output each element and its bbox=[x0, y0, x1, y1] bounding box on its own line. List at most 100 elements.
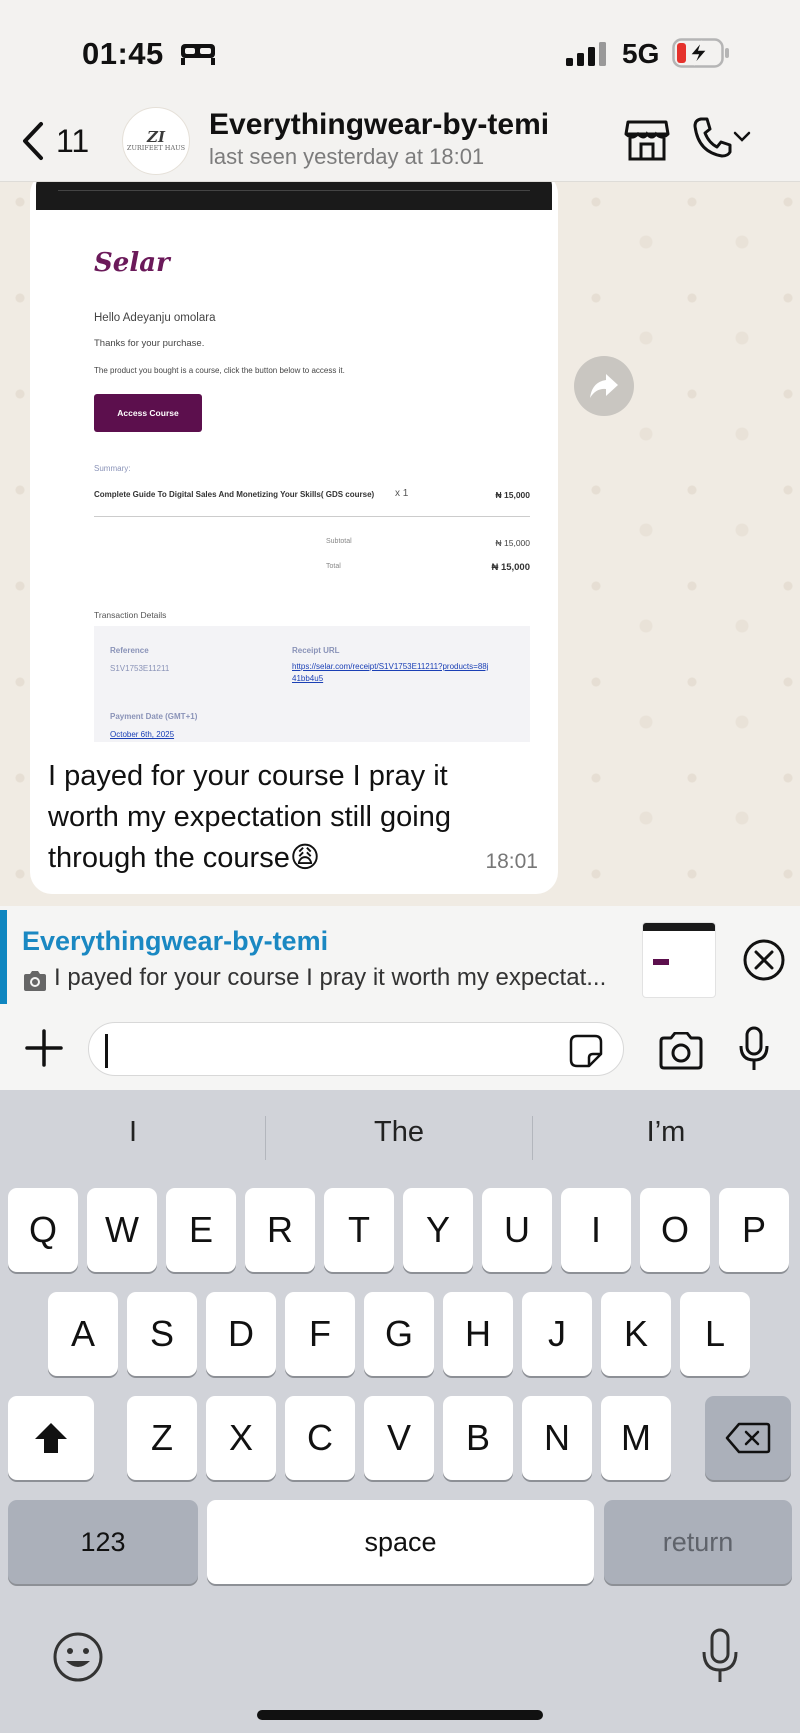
message-time: 18:01 bbox=[485, 850, 538, 873]
key-r[interactable]: R bbox=[245, 1188, 315, 1272]
back-button[interactable]: 11 bbox=[20, 118, 89, 164]
battery-charging-icon bbox=[672, 38, 729, 68]
key-v[interactable]: V bbox=[364, 1396, 434, 1480]
status-time: 01:45 bbox=[82, 36, 164, 71]
unread-count: 11 bbox=[56, 122, 90, 159]
phone-icon bbox=[693, 117, 732, 158]
emoji-icon[interactable] bbox=[52, 1631, 104, 1683]
key-s[interactable]: S bbox=[127, 1292, 197, 1376]
close-circle-icon[interactable] bbox=[742, 938, 786, 982]
key-n[interactable]: N bbox=[522, 1396, 592, 1480]
key-d[interactable]: D bbox=[206, 1292, 276, 1376]
key-g[interactable]: G bbox=[364, 1292, 434, 1376]
home-indicator bbox=[257, 1710, 543, 1720]
key-y[interactable]: Y bbox=[403, 1188, 473, 1272]
suggestion-1[interactable]: I bbox=[0, 1116, 266, 1149]
sticker-icon[interactable] bbox=[569, 1034, 603, 1068]
reply-text: I payed for your course I pray it worth … bbox=[54, 964, 607, 991]
plus-icon[interactable] bbox=[24, 1028, 64, 1068]
message-caption: I payed for your course I pray it worth … bbox=[48, 760, 451, 874]
chat-area[interactable]: Selar Hello Adeyanju omolara Thanks for … bbox=[0, 182, 800, 906]
delete-key[interactable] bbox=[705, 1396, 791, 1480]
microphone-icon[interactable] bbox=[738, 1026, 770, 1072]
selar-logo: Selar bbox=[94, 248, 170, 278]
key-w[interactable]: W bbox=[87, 1188, 157, 1272]
shift-icon bbox=[35, 1423, 67, 1453]
message-input[interactable] bbox=[88, 1022, 624, 1076]
key-l[interactable]: L bbox=[680, 1292, 750, 1376]
return-key[interactable]: return bbox=[604, 1500, 792, 1584]
reply-preview[interactable]: Everythingwear-by-temi I payed for your … bbox=[0, 906, 800, 1008]
reply-contact-name: Everythingwear-by-temi bbox=[22, 926, 329, 956]
suggestion-2[interactable]: The bbox=[266, 1116, 532, 1149]
last-seen: last seen yesterday at 18:01 bbox=[209, 144, 485, 169]
avatar-monogram: ZI bbox=[147, 128, 165, 146]
key-c[interactable]: C bbox=[285, 1396, 355, 1480]
suggestion-3[interactable]: I’m bbox=[533, 1116, 799, 1149]
access-course-button: Access Course bbox=[94, 394, 202, 432]
store-icon[interactable] bbox=[624, 118, 670, 162]
reference-label: Reference bbox=[110, 646, 149, 655]
key-i[interactable]: I bbox=[561, 1188, 631, 1272]
summary-label: Summary: bbox=[94, 464, 131, 473]
avatar-text: ZURIFEET HAUS bbox=[126, 144, 186, 152]
receipt-url-label: Receipt URL bbox=[292, 646, 340, 655]
payment-date: October 6th, 2025 bbox=[110, 730, 175, 739]
key-a[interactable]: A bbox=[48, 1292, 118, 1376]
divider bbox=[94, 516, 530, 517]
key-e[interactable]: E bbox=[166, 1188, 236, 1272]
key-k[interactable]: K bbox=[601, 1292, 671, 1376]
receipt-url: https://selar.com/receipt/S1V1753E11211?… bbox=[292, 662, 489, 683]
bed-icon bbox=[181, 44, 215, 65]
call-button[interactable] bbox=[692, 116, 752, 158]
total-label: Total bbox=[326, 563, 341, 570]
receipt-thanks: Thanks for your purchase. bbox=[94, 338, 205, 349]
numbers-key[interactable]: 123 bbox=[8, 1500, 198, 1584]
key-u[interactable]: U bbox=[482, 1188, 552, 1272]
message-bubble[interactable]: Selar Hello Adeyanju omolara Thanks for … bbox=[30, 182, 558, 894]
delete-icon bbox=[725, 1422, 771, 1454]
key-h[interactable]: H bbox=[443, 1292, 513, 1376]
transaction-title: Transaction Details bbox=[94, 610, 167, 620]
key-b[interactable]: B bbox=[443, 1396, 513, 1480]
subtotal-label: Subtotal bbox=[326, 538, 352, 545]
key-o[interactable]: O bbox=[640, 1188, 710, 1272]
forward-icon bbox=[590, 374, 618, 398]
key-x[interactable]: X bbox=[206, 1396, 276, 1480]
reply-accent-bar bbox=[0, 910, 7, 1004]
chevron-down-icon bbox=[733, 131, 751, 142]
key-t[interactable]: T bbox=[324, 1188, 394, 1272]
network-label: 5G bbox=[622, 38, 660, 69]
transaction-details: Reference S1V1753E11211 Receipt URL http… bbox=[94, 626, 530, 742]
avatar[interactable]: ZI ZURIFEET HAUS bbox=[122, 107, 190, 175]
space-key[interactable]: space bbox=[207, 1500, 594, 1584]
receipt-product-note: The product you bought is a course, clic… bbox=[94, 366, 345, 375]
image-top-bar bbox=[36, 182, 552, 210]
text-caret bbox=[105, 1034, 108, 1068]
signal-icon bbox=[566, 42, 606, 66]
receipt-image[interactable]: Selar Hello Adeyanju omolara Thanks for … bbox=[36, 182, 552, 742]
dictation-icon[interactable] bbox=[700, 1628, 740, 1684]
shift-key[interactable] bbox=[8, 1396, 94, 1480]
key-f[interactable]: F bbox=[285, 1292, 355, 1376]
keyboard: I The I’m Q W E R T Y U I O P A S D F G … bbox=[0, 1090, 800, 1733]
key-m[interactable]: M bbox=[601, 1396, 671, 1480]
reference-value: S1V1753E11211 bbox=[110, 664, 170, 673]
receipt-greeting: Hello Adeyanju omolara bbox=[94, 312, 216, 324]
camera-icon[interactable] bbox=[658, 1032, 704, 1070]
payment-date-label: Payment Date (GMT+1) bbox=[110, 712, 198, 721]
key-p[interactable]: P bbox=[719, 1188, 789, 1272]
forward-button[interactable] bbox=[574, 356, 634, 416]
contact-name[interactable]: Everythingwear-by-temi bbox=[209, 108, 549, 142]
top-bar: 01:45 5G 11 ZI ZURIFEET HAUS Everythingw… bbox=[0, 0, 800, 182]
reply-thumbnail bbox=[642, 922, 716, 998]
camera-small-icon bbox=[24, 971, 46, 991]
total-value: ₦ 15,000 bbox=[491, 562, 530, 573]
item-price: ₦ 15,000 bbox=[495, 490, 531, 500]
key-j[interactable]: J bbox=[522, 1292, 592, 1376]
key-q[interactable]: Q bbox=[8, 1188, 78, 1272]
subtotal-value: ₦ 15,000 bbox=[495, 538, 531, 548]
key-z[interactable]: Z bbox=[127, 1396, 197, 1480]
item-quantity: x 1 bbox=[395, 488, 409, 499]
input-bar bbox=[0, 1008, 800, 1090]
